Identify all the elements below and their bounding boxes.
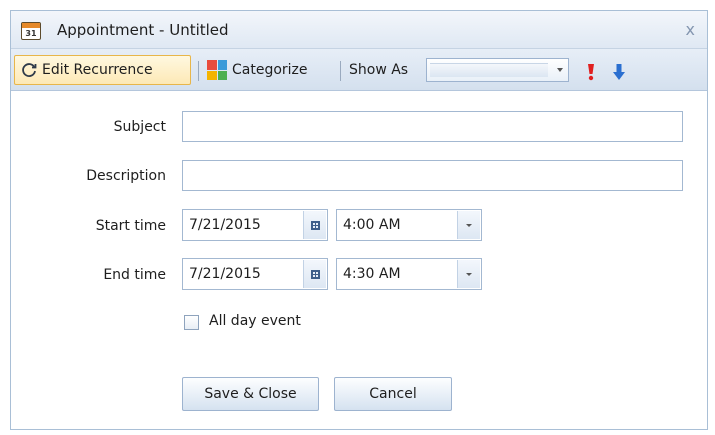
- start-date-picker-button[interactable]: [303, 211, 326, 239]
- show-as-select[interactable]: [426, 58, 569, 82]
- show-as-label: Show As: [349, 62, 409, 78]
- categorize-button[interactable]: Categorize: [207, 55, 308, 85]
- start-time-value: 4:00 AM: [343, 217, 401, 233]
- title-bar: 31 Appointment - Untitled x: [11, 11, 707, 49]
- subject-label: Subject: [113, 119, 166, 135]
- categorize-icon: [207, 60, 227, 80]
- description-label: Description: [86, 168, 166, 184]
- all-day-label[interactable]: All day event: [209, 313, 301, 329]
- calendar-icon: [310, 220, 320, 230]
- subject-input[interactable]: [182, 111, 683, 142]
- calendar-icon: 31: [21, 22, 41, 40]
- chevron-down-icon: [466, 223, 472, 227]
- calendar-icon-day: 31: [25, 29, 37, 38]
- toolbar-separator: [198, 61, 199, 81]
- appointment-dialog: 31 Appointment - Untitled x Edit Recurre…: [10, 10, 708, 430]
- start-time-dropdown-button[interactable]: [457, 211, 480, 239]
- start-time-field[interactable]: 4:00 AM: [336, 209, 482, 241]
- categorize-label: Categorize: [232, 62, 308, 78]
- all-day-checkbox[interactable]: [184, 315, 199, 330]
- start-time-label: Start time: [95, 218, 166, 234]
- chevron-down-icon: [557, 68, 563, 72]
- end-date-value: 7/21/2015: [189, 266, 261, 282]
- close-icon[interactable]: x: [686, 20, 695, 39]
- recurrence-icon: [20, 61, 38, 79]
- end-time-dropdown-button[interactable]: [457, 260, 480, 288]
- start-date-field[interactable]: 7/21/2015: [182, 209, 328, 241]
- chevron-down-icon: [466, 272, 472, 276]
- start-date-value: 7/21/2015: [189, 217, 261, 233]
- high-importance-icon[interactable]: [585, 63, 597, 81]
- edit-recurrence-label: Edit Recurrence: [42, 62, 153, 78]
- low-importance-icon[interactable]: [612, 63, 626, 81]
- end-time-field[interactable]: 4:30 AM: [336, 258, 482, 290]
- save-close-button[interactable]: Save & Close: [182, 377, 319, 411]
- end-time-value: 4:30 AM: [343, 266, 401, 282]
- show-as-value: [430, 63, 548, 77]
- end-time-label: End time: [103, 267, 166, 283]
- edit-recurrence-button[interactable]: Edit Recurrence: [14, 55, 191, 85]
- window-title: Appointment - Untitled: [57, 21, 229, 39]
- toolbar-separator: [340, 61, 341, 81]
- description-input[interactable]: [182, 160, 683, 191]
- calendar-icon: [310, 269, 320, 279]
- cancel-button[interactable]: Cancel: [334, 377, 452, 411]
- end-date-field[interactable]: 7/21/2015: [182, 258, 328, 290]
- end-date-picker-button[interactable]: [303, 260, 326, 288]
- toolbar: Edit Recurrence Categorize Show As: [11, 49, 707, 91]
